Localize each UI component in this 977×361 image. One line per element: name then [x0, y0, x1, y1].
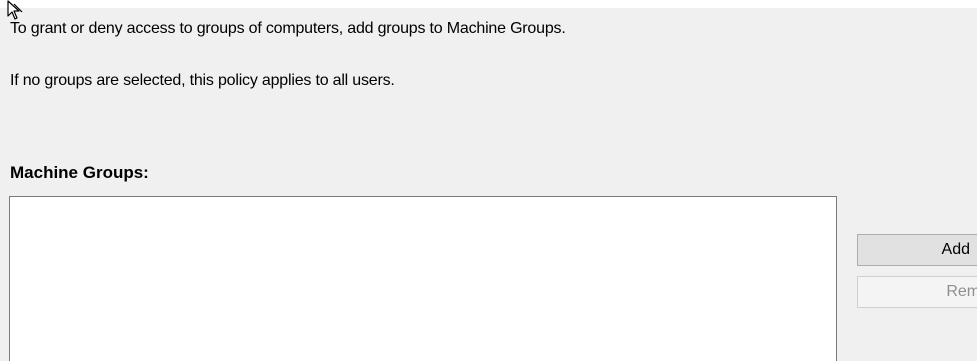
- add-button[interactable]: Add: [857, 234, 977, 266]
- description-line-2: If no groups are selected, this policy a…: [10, 72, 395, 89]
- machine-groups-label: Machine Groups:: [10, 163, 149, 182]
- machine-groups-list[interactable]: [9, 196, 837, 361]
- description-line-1: To grant or deny access to groups of com…: [10, 20, 566, 37]
- policy-settings-panel: To grant or deny access to groups of com…: [0, 8, 977, 361]
- remove-button[interactable]: Remo: [857, 276, 977, 308]
- move-cursor-icon: [7, 0, 23, 20]
